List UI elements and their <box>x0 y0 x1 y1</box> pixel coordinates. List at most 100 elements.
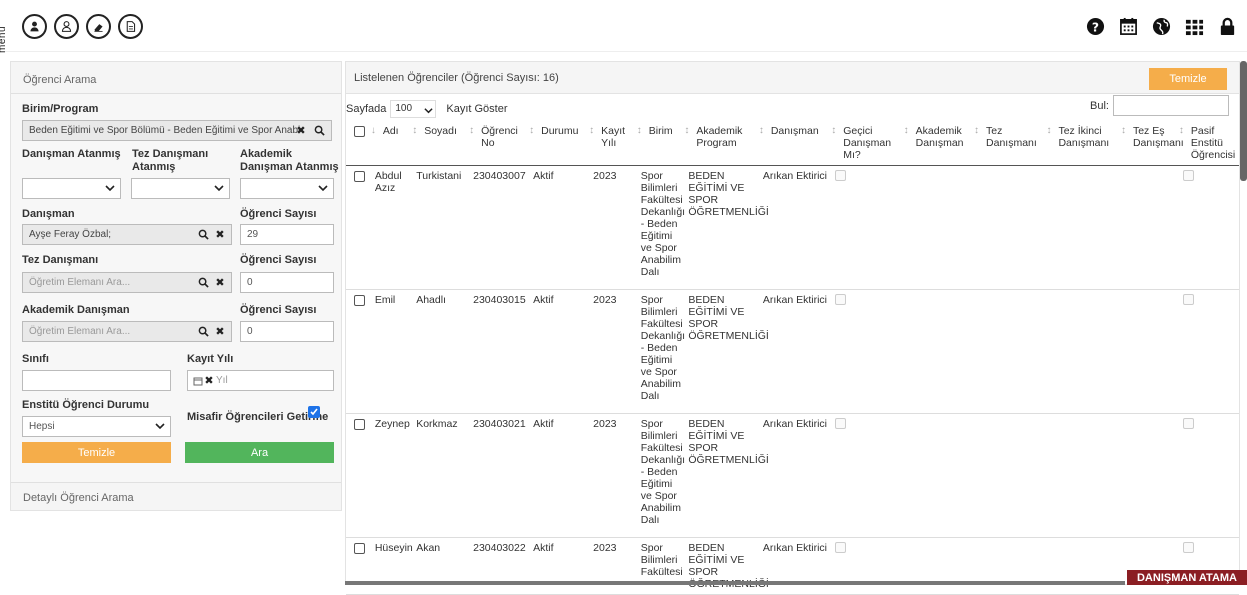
pasif-checkbox <box>1182 170 1194 181</box>
cell-gecici <box>831 289 904 414</box>
clear-icon[interactable]: ✖ <box>293 121 309 140</box>
clear-icon[interactable]: ✖ <box>212 273 228 292</box>
cell-akademik <box>903 165 975 290</box>
clear-icon[interactable]: ✖ <box>212 225 228 244</box>
search-icon[interactable] <box>195 225 211 244</box>
cell-no: 230403022 <box>469 537 530 595</box>
cell-adi: Emil <box>370 289 413 414</box>
sinifi-label: Sınıfı <box>22 353 49 365</box>
detayli-arama-header[interactable]: Detaylı Öğrenci Arama <box>11 482 341 510</box>
gecici-checkbox <box>835 418 847 429</box>
page-size-select[interactable]: 100 <box>390 100 437 118</box>
col-adi[interactable]: ↓ Adı <box>370 120 413 166</box>
col-tez-danismani[interactable]: ↕ Tez Danışmanı <box>974 120 1047 166</box>
akademik-danisman-atanmis-select[interactable] <box>240 178 334 199</box>
tez-danismani-input[interactable]: Öğretim Elemanı Ara... ✖ <box>22 272 232 293</box>
cell-birim: Spor Bilimleri Fakültesi Dekanlığı - Bed… <box>636 413 685 538</box>
document-icon[interactable] <box>118 14 143 39</box>
clear-icon[interactable]: ✖ <box>201 371 217 390</box>
col-durumu[interactable]: ↕ Durumu <box>529 120 590 166</box>
user-outline-icon[interactable] <box>54 14 79 39</box>
sayfada-label: Sayfada <box>346 103 387 115</box>
vertical-scrollbar[interactable] <box>1240 61 1247 181</box>
akademik-danisman-input[interactable]: Öğretim Elemanı Ara... ✖ <box>22 321 232 342</box>
misafir-checkbox[interactable] <box>308 406 320 418</box>
sort-icon: ↕ <box>1178 125 1184 136</box>
table-row[interactable]: Hüseyin Akan 230403022 Aktif 2023 Spor B… <box>346 537 1239 595</box>
temizle-button[interactable]: Temizle <box>22 442 171 463</box>
cell-yil: 2023 <box>589 537 637 595</box>
calendar-icon[interactable] <box>1119 17 1138 36</box>
danisman-input[interactable]: Ayşe Feray Özbal; ✖ <box>22 224 232 245</box>
select-all-checkbox[interactable] <box>354 126 365 137</box>
menu-label: menü <box>0 25 8 53</box>
sinifi-input[interactable] <box>22 370 171 391</box>
danisman-atanmis-select[interactable] <box>22 178 121 199</box>
col-akademik-danisman[interactable]: ↕ Akademik Danışman <box>903 120 975 166</box>
tez-placeholder: Öğretim Elemanı Ara... <box>29 277 131 288</box>
table-row[interactable]: Abdul Azız Turkistani 230403007 Aktif 20… <box>346 165 1239 290</box>
col-kayit-yili-label: Kayıt Yılı <box>601 125 626 149</box>
top-bar: menü ? <box>0 0 1247 53</box>
bul-label: Bul: <box>1090 99 1109 112</box>
cell-tez-ikinci <box>1046 165 1121 290</box>
row-checkbox[interactable] <box>354 543 365 554</box>
col-ogrenci-no[interactable]: ↕ Öğrenci No <box>469 120 530 166</box>
select-all-cell <box>346 120 371 166</box>
ara-button[interactable]: Ara <box>185 442 334 463</box>
col-kayit-yili[interactable]: ↕ Kayıt Yılı <box>589 120 637 166</box>
sort-icon: ↕ <box>1120 125 1126 136</box>
cell-akademik <box>903 537 975 595</box>
col-birim[interactable]: ↕ Birim <box>636 120 685 166</box>
row-select-cell <box>346 413 371 538</box>
globe-icon[interactable] <box>1152 17 1171 36</box>
student-search-panel: Öğrenci Arama Birim/Program Beden Eğitim… <box>10 61 342 511</box>
search-icon[interactable] <box>195 322 211 341</box>
col-gecici-danisman[interactable]: ↕ Geçici Danışman Mı? <box>831 120 904 166</box>
col-tez-es-danismani[interactable]: ↕ Tez Eş Danışmanı <box>1120 120 1184 166</box>
lock-icon[interactable] <box>1218 17 1237 36</box>
menu-toggle[interactable]: menü <box>0 9 18 53</box>
tez-danismani-atanmis-select[interactable] <box>131 178 230 199</box>
col-pasif-enstitu[interactable]: ↕ Pasif Enstitü Öğrencisi <box>1178 120 1239 166</box>
cell-no: 230403007 <box>469 165 530 290</box>
bul-input[interactable] <box>1113 95 1229 116</box>
search-icon[interactable] <box>195 273 211 292</box>
cell-yil: 2023 <box>589 289 637 414</box>
col-gecici-danisman-label: Geçici Danışman Mı? <box>843 125 892 161</box>
students-table: ↓ Adı ↕ Soyadı ↕ Öğrenci No ↕ Durumu ↕ Kayıt … <box>346 120 1239 595</box>
col-akademik-program[interactable]: ↕ Akademik Program <box>684 120 759 166</box>
search-icon[interactable] <box>311 121 327 140</box>
cell-danisman: Arıkan Ektirici <box>758 289 832 414</box>
table-row[interactable]: Zeynep Korkmaz 230403021 Aktif 2023 Spor… <box>346 413 1239 538</box>
col-danisman-label: Danışman <box>770 125 819 137</box>
danisman-atama-badge[interactable]: DANIŞMAN ATAMA <box>1127 570 1247 585</box>
table-row[interactable]: Emil Ahadlı 230403015 Aktif 2023 Spor Bi… <box>346 289 1239 414</box>
row-checkbox[interactable] <box>354 419 365 430</box>
ogrenci-sayisi-label: Öğrenci Sayısı <box>240 208 317 220</box>
kayit-yili-input[interactable]: ✖ Yıl <box>187 370 334 391</box>
cell-soyadi: Korkmaz <box>412 413 470 538</box>
sort-icon: ↕ <box>412 125 418 136</box>
list-temizle-button[interactable]: Temizle <box>1149 68 1227 90</box>
col-tez-ikinci-danismani[interactable]: ↕ Tez İkinci Danışmanı <box>1046 120 1121 166</box>
row-checkbox[interactable] <box>354 295 365 306</box>
col-tez-ikinci-danismani-label: Tez İkinci Danışmanı <box>1058 125 1110 149</box>
tez-danismani-atanmis-label: Tez Danışmanı Atanmış <box>132 148 209 173</box>
eraser-icon[interactable] <box>86 14 111 39</box>
grid-icon[interactable] <box>1185 17 1204 36</box>
horizontal-scrollbar[interactable] <box>345 581 1125 585</box>
col-akademik-program-label: Akademik Program <box>696 125 743 149</box>
col-danisman[interactable]: ↕ Danışman <box>758 120 832 166</box>
cell-tez <box>974 413 1047 538</box>
cell-soyadi: Akan <box>412 537 470 595</box>
enstitu-durumu-select[interactable]: Hepsi <box>22 416 171 437</box>
col-soyadi[interactable]: ↕ Soyadı <box>412 120 470 166</box>
row-checkbox[interactable] <box>354 171 365 182</box>
user-filled-icon[interactable] <box>22 14 47 39</box>
birim-program-select[interactable]: Beden Eğitimi ve Spor Bölümü - Beden Eği… <box>22 120 332 141</box>
clear-icon[interactable]: ✖ <box>212 322 228 341</box>
search-panel-header[interactable]: Öğrenci Arama <box>11 62 341 94</box>
cell-tez-es <box>1120 413 1179 538</box>
help-icon[interactable]: ? <box>1086 17 1105 36</box>
